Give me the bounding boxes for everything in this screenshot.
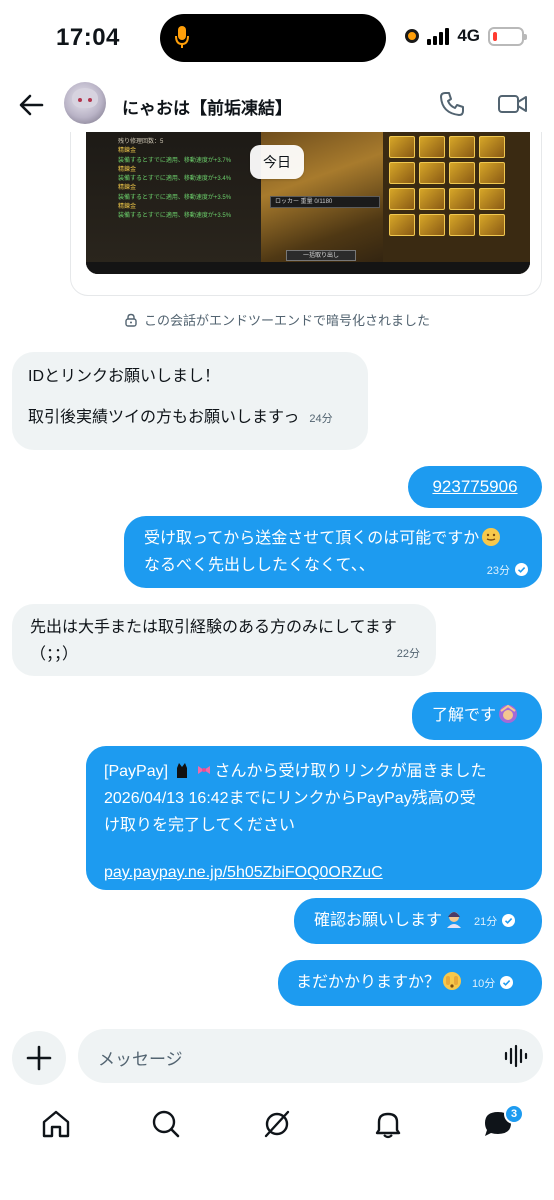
message-timestamp: 23分: [486, 565, 510, 577]
message-text: なるべく先出ししたくなくて、、: [144, 557, 375, 574]
message-text: 先出は大手または取引経験のある方のみにしてます: [30, 619, 397, 636]
message-bubble-outgoing[interactable]: [PayPay] さんから受け取りリンクが届きました 2026/04/13 16…: [86, 746, 542, 890]
bulk-withdraw-button: 一括取り出し: [286, 250, 356, 261]
message-text: [104, 839, 528, 859]
game-stats-panel: 残り修理回数：5 精錬金 装備するとすでに適用、移動速度が+3.7% 精錬金 装…: [86, 132, 261, 274]
person-gesturing-ok-emoji-icon: [499, 704, 518, 723]
contact-avatar[interactable]: [64, 82, 106, 124]
message-text: さんから受け取りリンクが届きました: [214, 763, 487, 780]
message-bubble-incoming[interactable]: 先出は大手または取引経験のある方のみにしてます （；；） 22分: [12, 604, 436, 676]
message-text: [PayPay]: [104, 763, 173, 780]
message-timestamp: 24分: [309, 413, 333, 425]
stat-line: 装備するとすでに適用、移動速度が+3.7%: [118, 157, 232, 164]
stat-line: 装備するとすでに適用、移動速度が+3.5%: [118, 213, 232, 220]
stat-line: 装備するとすでに適用、移動速度が+3.4%: [118, 176, 232, 183]
message-link[interactable]: pay.paypay.ne.jp/5h05ZbiFOQ0ORZuC: [104, 859, 528, 886]
message-timestamp: 22分: [396, 648, 420, 660]
message-text: まだかかりますか？: [296, 974, 441, 991]
video-camera-icon[interactable]: [497, 90, 529, 118]
read-check-icon: [502, 914, 516, 927]
message-text: [28, 390, 352, 404]
message-text: 確認お願いします: [314, 912, 443, 929]
dynamic-island: [160, 14, 386, 62]
status-time: 17:04: [56, 24, 120, 51]
bottom-navigation: [0, 1100, 554, 1160]
voice-message-icon[interactable]: [503, 1043, 529, 1069]
battery-level-fill: [493, 31, 497, 41]
signal-strength-icon: [427, 27, 450, 45]
locker-label: ロッカー 重量 0/1180: [270, 196, 380, 208]
stat-line: 精錬金: [118, 204, 137, 211]
message-bubble-outgoing[interactable]: 了解です: [412, 692, 542, 740]
recording-indicator-icon: [405, 29, 420, 43]
stat-line: 精錬金: [118, 148, 137, 155]
microphone-icon: [175, 26, 189, 48]
search-icon[interactable]: [150, 1108, 182, 1140]
plus-icon: [26, 1045, 52, 1071]
repair-line: 残り修理回数：5: [118, 139, 164, 145]
message-text: （；；）: [30, 646, 79, 663]
status-indicators: 4G: [405, 26, 527, 46]
game-stats-list: 残り修理回数：5 精錬金 装備するとすでに適用、移動速度が+3.7% 精錬金 装…: [118, 138, 258, 222]
stat-line: 精錬金: [118, 166, 137, 173]
read-check-icon: [515, 563, 528, 576]
message-link[interactable]: 923775906: [432, 477, 517, 496]
network-type: 4G: [457, 26, 480, 45]
grok-icon[interactable]: [261, 1108, 293, 1140]
status-bar: 17:04 4G: [0, 0, 554, 78]
bowing-person-emoji-icon: [447, 912, 462, 928]
message-text: 受け取ってから送金させて頂くのは可能ですか: [144, 530, 480, 547]
message-bubble-incoming[interactable]: IDとリンクお願いしまし！ 取引後実績ツイの方もお願いしますっ 24分: [12, 352, 368, 450]
message-bubble-outgoing[interactable]: まだかかりますか？ 10分: [278, 960, 542, 1006]
lock-icon: [125, 313, 137, 327]
message-bubble-outgoing[interactable]: 確認お願いします 21分: [294, 898, 542, 944]
add-attachment-button[interactable]: [12, 1031, 66, 1085]
stat-line: 装備するとすでに適用、移動速度が+3.5%: [118, 194, 232, 201]
message-text: IDとリンクお願いしまし！: [28, 368, 221, 385]
home-icon[interactable]: [40, 1108, 72, 1140]
inventory-grid: [389, 136, 505, 236]
date-divider: 今日: [250, 145, 304, 179]
game-bottom-bar: [86, 262, 530, 274]
message-timestamp: 21分: [474, 916, 498, 928]
message-text: 了解です: [432, 707, 497, 724]
message-input[interactable]: メッセージ: [78, 1029, 543, 1083]
sweat-smile-emoji-icon: [482, 528, 501, 546]
battery-icon: [488, 26, 527, 46]
cat-and-ribbon-emoji-icon: [177, 763, 211, 778]
inventory-grid-panel: [383, 132, 530, 274]
message-bubble-outgoing[interactable]: 受け取ってから送金させて頂くのは可能ですか なるべく先出ししたくなくて、、 23分: [124, 516, 542, 588]
chat-header: にゃおは【前垢凍結】: [0, 78, 554, 132]
back-arrow-icon[interactable]: [16, 90, 46, 120]
message-text: 取引後実績ツイの方もお願いしますっ: [28, 409, 300, 426]
notifications-bell-icon[interactable]: [372, 1108, 404, 1140]
phone-icon[interactable]: [438, 90, 466, 118]
message-input-placeholder: メッセージ: [98, 1050, 183, 1069]
message-text: け取りを完了してください: [104, 817, 296, 834]
encryption-notice: この会話がエンドツーエンドで暗号化されました: [0, 310, 554, 329]
message-timestamp: 10分: [472, 978, 496, 990]
encryption-notice-text: この会話がエンドツーエンドで暗号化されました: [143, 313, 430, 328]
message-bubble-outgoing[interactable]: 923775906: [408, 466, 542, 508]
peeking-face-emoji-icon: [443, 972, 462, 990]
read-check-icon: [500, 976, 514, 989]
shared-game-screenshot[interactable]: 残り修理回数：5 精錬金 装備するとすでに適用、移動速度が+3.7% 精錬金 装…: [86, 132, 530, 274]
messages-badge: 3: [504, 1104, 524, 1124]
message-text: 2026/04/13 16:42までにリンクからPayPay残高の受: [104, 790, 476, 807]
stat-line: 精錬金: [118, 185, 137, 192]
contact-name[interactable]: にゃおは【前垢凍結】: [122, 94, 292, 119]
